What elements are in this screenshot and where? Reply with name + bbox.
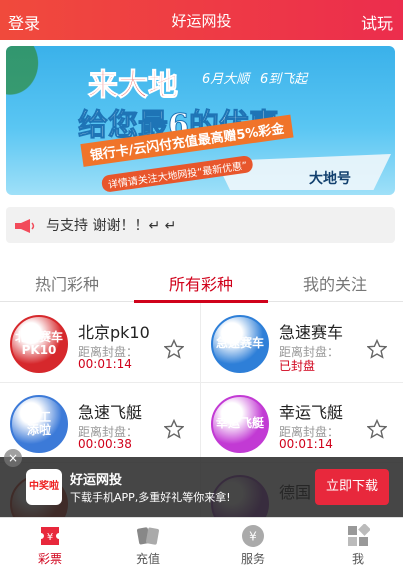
- megaphone-icon: [15, 219, 35, 233]
- tab-all[interactable]: 所有彩种: [134, 264, 268, 303]
- close-countdown: 00:00:38: [78, 437, 132, 451]
- game-logo: 北京赛车 PK10: [10, 315, 68, 373]
- star-icon[interactable]: [367, 339, 387, 359]
- game-name: 北京pk10: [78, 323, 150, 342]
- grid-icon: [348, 524, 370, 546]
- game-name: 急速飞艇: [78, 403, 143, 422]
- nav-label: 彩票: [37, 552, 62, 566]
- game-card[interactable]: 幸运飞艇 幸运飞艇 距离封盘： 00:01:14: [200, 383, 403, 463]
- nav-label: 服务: [240, 552, 265, 566]
- close-countdown: 00:01:14: [279, 437, 333, 451]
- banner-headline-1: 来大地: [88, 68, 179, 104]
- tab-hot[interactable]: 热门彩种: [0, 264, 134, 302]
- game-logo: 领工 添啦: [10, 395, 68, 453]
- download-button[interactable]: 立即下载: [315, 469, 389, 505]
- promo-banner[interactable]: 来大地 6月大顺 6到飞起 给您最6的优惠 银行卡/云闪付充值最高赠5%彩金 详…: [6, 46, 395, 195]
- app-title: 好运网投: [70, 473, 123, 488]
- tab-favorites[interactable]: 我的关注: [268, 264, 402, 302]
- nav-service[interactable]: ¥ 服务: [203, 518, 303, 575]
- star-icon[interactable]: [367, 419, 387, 439]
- lottery-tabs: 热门彩种 所有彩种 我的关注: [0, 264, 403, 303]
- nav-label: 充值: [135, 552, 160, 566]
- nav-recharge[interactable]: 充值: [98, 518, 198, 575]
- nav-me[interactable]: 我: [308, 518, 403, 575]
- game-name: 急速赛车: [279, 323, 344, 342]
- game-card[interactable]: 急速赛车 急速赛车 距离封盘： 已封盘: [200, 303, 403, 383]
- svg-text:¥: ¥: [47, 532, 53, 543]
- app-download-bar: × 中奖啦 好运网投 下载手机APP,多重好礼等你来拿! 立即下载: [0, 449, 403, 517]
- star-icon[interactable]: [164, 339, 184, 359]
- star-icon[interactable]: [164, 419, 184, 439]
- game-card[interactable]: 北京赛车 PK10 北京pk10 距离封盘： 00:01:14: [0, 303, 200, 383]
- game-logo: 幸运飞艇: [211, 395, 269, 453]
- app-subtitle: 下载手机APP,多重好礼等你来拿!: [70, 491, 231, 504]
- banner-ship-name: 大地号: [309, 171, 351, 187]
- close-countdown: 00:01:14: [78, 357, 132, 371]
- notice-bar[interactable]: 与支持 谢谢！！↵ ↵: [6, 207, 395, 243]
- banner-tag-1: 6月大顺: [202, 72, 250, 87]
- ticket-icon: ¥: [41, 527, 59, 545]
- nav-lottery[interactable]: ¥ 彩票: [0, 518, 100, 575]
- app-icon: 中奖啦: [26, 469, 62, 505]
- game-name: 幸运飞艇: [279, 403, 344, 422]
- close-countdown: 已封盘: [279, 359, 316, 373]
- cards-icon: [137, 527, 159, 545]
- notice-text: 与支持 谢谢！！↵ ↵: [46, 218, 177, 234]
- nav-label: 我: [351, 552, 364, 566]
- coin-icon: ¥: [242, 525, 264, 547]
- page-title: 好运网投: [171, 12, 232, 30]
- svg-text:¥: ¥: [249, 530, 257, 544]
- banner-tag-2: 6到飞起: [260, 72, 308, 87]
- trial-button[interactable]: 试玩: [361, 10, 393, 34]
- close-icon[interactable]: ×: [4, 449, 22, 467]
- top-bar: 登录 好运网投 试玩: [0, 0, 403, 40]
- bottom-nav: ¥ 彩票 充值 ¥ 服务 我: [0, 517, 403, 575]
- game-logo: 急速赛车: [211, 315, 269, 373]
- palm-leaf-decoration: [6, 46, 66, 126]
- game-card[interactable]: 领工 添啦 急速飞艇 距离封盘： 00:00:38: [0, 383, 200, 463]
